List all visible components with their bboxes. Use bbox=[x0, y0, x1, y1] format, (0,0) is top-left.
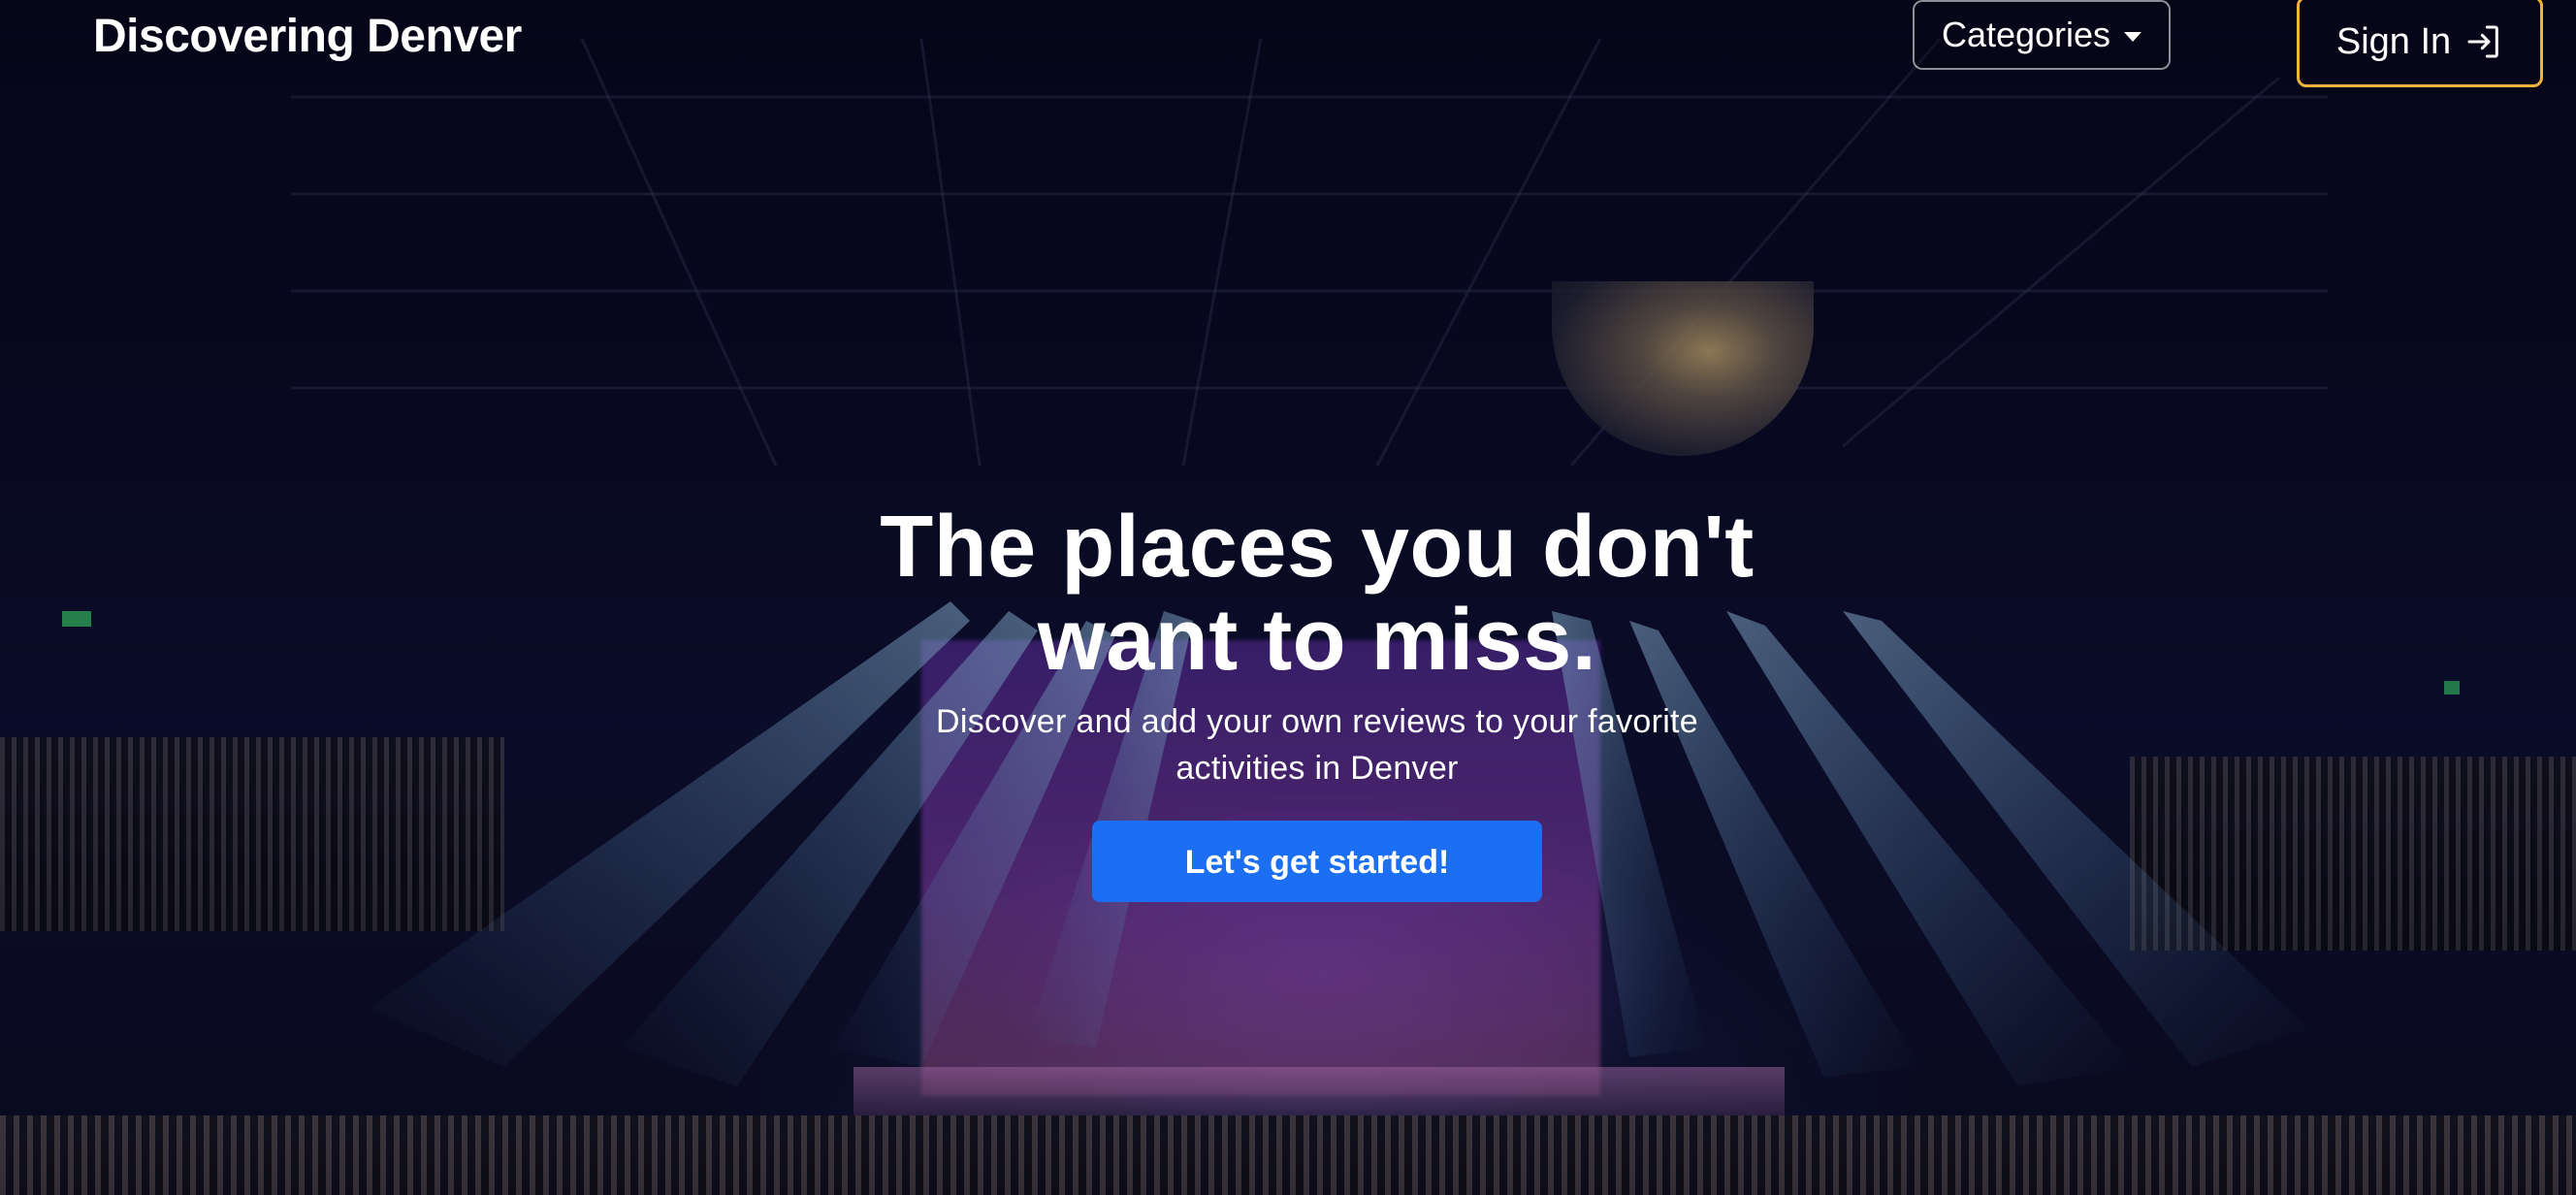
hero-subheadline: Discover and add your own reviews to you… bbox=[935, 703, 1699, 787]
hero-headline-line2: want to miss. bbox=[1037, 592, 1597, 689]
top-navbar: Discovering Denver Categories Sign In bbox=[0, 0, 2576, 87]
sign-in-label: Sign In bbox=[2335, 20, 2452, 62]
chevron-down-icon bbox=[2124, 32, 2142, 42]
hero-headline-line1: The places you don't bbox=[880, 499, 1755, 596]
hero-headline: The places you don't want to miss. bbox=[852, 501, 1783, 687]
hero-content: The places you don't want to miss. Disco… bbox=[852, 501, 1783, 902]
categories-label: Categories bbox=[1941, 15, 2111, 54]
categories-dropdown-button[interactable]: Categories bbox=[1913, 0, 2171, 70]
sign-in-button[interactable]: Sign In bbox=[2297, 0, 2543, 87]
get-started-button[interactable]: Let's get started! bbox=[1092, 821, 1542, 902]
sign-in-icon bbox=[2467, 25, 2498, 58]
brand-logo-text[interactable]: Discovering Denver bbox=[93, 8, 522, 66]
